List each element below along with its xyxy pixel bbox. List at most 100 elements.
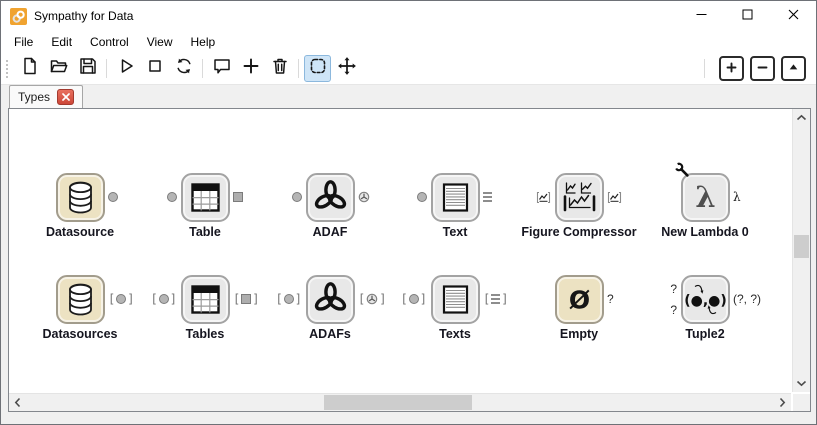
play-icon [116,56,136,81]
zoom-out-button[interactable] [750,56,775,81]
node-texts[interactable]: [][]Texts [389,276,521,341]
input-port-question: ? [670,304,677,316]
collapse-toolbar-button[interactable] [781,56,806,81]
node-label: Texts [439,327,471,341]
horizontal-scrollbar[interactable] [9,393,791,411]
node-icon-row: [][] [264,276,396,322]
node-figure-compressor[interactable]: Figure Compressor [513,174,645,239]
node-new-lambda-0[interactable]: λλNew Lambda 0 [639,174,771,239]
input-port-question: ? [670,283,677,295]
vertical-scroll-thumb[interactable] [794,235,809,258]
stop-button[interactable] [141,55,168,82]
toolbar-drag-handle[interactable] [6,60,8,78]
output-port-text [483,192,492,202]
tab-close-icon[interactable] [57,89,74,105]
output-ports: (?, ?) [733,293,761,305]
tab-label: Types [18,90,50,104]
node-adaf[interactable]: ADAF [264,174,396,239]
input-port-figure [536,191,551,204]
svg-text:(●,●): (●,●) [684,293,727,309]
output-port-list-circle: [] [108,293,134,305]
flow-canvas[interactable]: Datasource Table ADAF TextFigure Compressor… [9,109,791,392]
comment-icon [212,56,232,81]
output-ports [233,192,243,202]
node-tables[interactable]: [][]Tables [139,276,271,341]
node-label: Empty [560,327,598,341]
open-flow-button[interactable] [45,55,72,82]
tuple2-icon: (●,●) [681,275,730,324]
svg-text:λ: λ [695,180,715,214]
select-mode-button[interactable] [304,55,331,82]
menu-item-view[interactable]: View [138,32,182,52]
node-icon-row: ?? (●,●) (?, ?) [639,276,771,322]
node-tuple2[interactable]: ?? (●,●) (?, ?) Tuple2 [639,276,771,341]
maximize-button[interactable] [724,1,770,31]
zoom-in-button[interactable] [719,56,744,81]
scroll-left-icon[interactable] [9,394,26,411]
minimize-button[interactable] [678,1,724,31]
node-text[interactable]: Text [389,174,521,239]
node-label: ADAF [313,225,348,239]
input-ports: [] [401,293,427,305]
scroll-right-icon[interactable] [774,394,791,411]
output-port-question: ? [607,293,614,305]
delete-button[interactable] [266,55,293,82]
node-label: Tuple2 [685,327,724,341]
adaf-icon [306,275,355,324]
comment-button[interactable] [208,55,235,82]
zoom-out-box-icon [757,60,768,78]
node-datasource[interactable]: Datasource [14,174,146,239]
reload-button[interactable] [170,55,197,82]
node-icon-row [139,174,271,220]
lambda-icon: λ [681,173,730,222]
output-ports: [] [108,293,134,305]
close-button[interactable] [770,1,816,31]
input-port-circle [167,192,177,202]
node-label: Datasource [46,225,114,239]
toolbar [1,53,816,85]
app-logo-icon[interactable] [10,8,27,25]
node-icon-row: [][] [139,276,271,322]
refresh-icon [174,56,194,81]
input-ports [167,192,177,202]
scroll-up-icon[interactable] [793,109,810,126]
menu-item-edit[interactable]: Edit [42,32,81,52]
output-ports [358,191,370,203]
menu-bar: FileEditControlViewHelp [1,31,816,53]
new-flow-button[interactable] [16,55,43,82]
wrench-icon [674,162,690,178]
node-datasources[interactable]: [] Datasources [14,276,146,341]
pan-mode-button[interactable] [333,55,360,82]
insert-button[interactable] [237,55,264,82]
node-table[interactable]: Table [139,174,271,239]
input-port-circle [292,192,302,202]
database-icon [56,173,105,222]
scroll-down-icon[interactable] [793,375,810,392]
table-icon [181,173,230,222]
horizontal-scroll-thumb[interactable] [324,395,472,410]
flow-view-pane: Datasource Table ADAF TextFigure Compressor… [8,108,811,412]
run-button[interactable] [112,55,139,82]
toolbar-separator [106,59,107,78]
menu-item-file[interactable]: File [5,32,42,52]
svg-text:Ø: Ø [568,285,589,314]
vertical-scrollbar[interactable] [792,109,810,392]
menu-item-help[interactable]: Help [182,32,225,52]
menu-item-control[interactable]: Control [81,32,138,52]
node-label: Datasources [42,327,117,341]
node-adafs[interactable]: [][]ADAFs [264,276,396,341]
output-ports [108,192,118,202]
output-port-adaf [358,191,370,203]
input-port-list-circle: [] [401,293,427,305]
database-icon [56,275,105,324]
zoom-in-box-icon [726,60,737,78]
tab-types[interactable]: Types [9,85,83,108]
figure-icon [555,173,604,222]
minimize-icon [696,7,707,25]
node-icon-row [264,174,396,220]
window-title: Sympathy for Data [34,9,133,23]
node-empty[interactable]: Ø? Empty [513,276,645,341]
output-port-tuple: (?, ?) [733,293,761,305]
save-flow-button[interactable] [74,55,101,82]
input-port-list-circle: [] [276,293,302,305]
